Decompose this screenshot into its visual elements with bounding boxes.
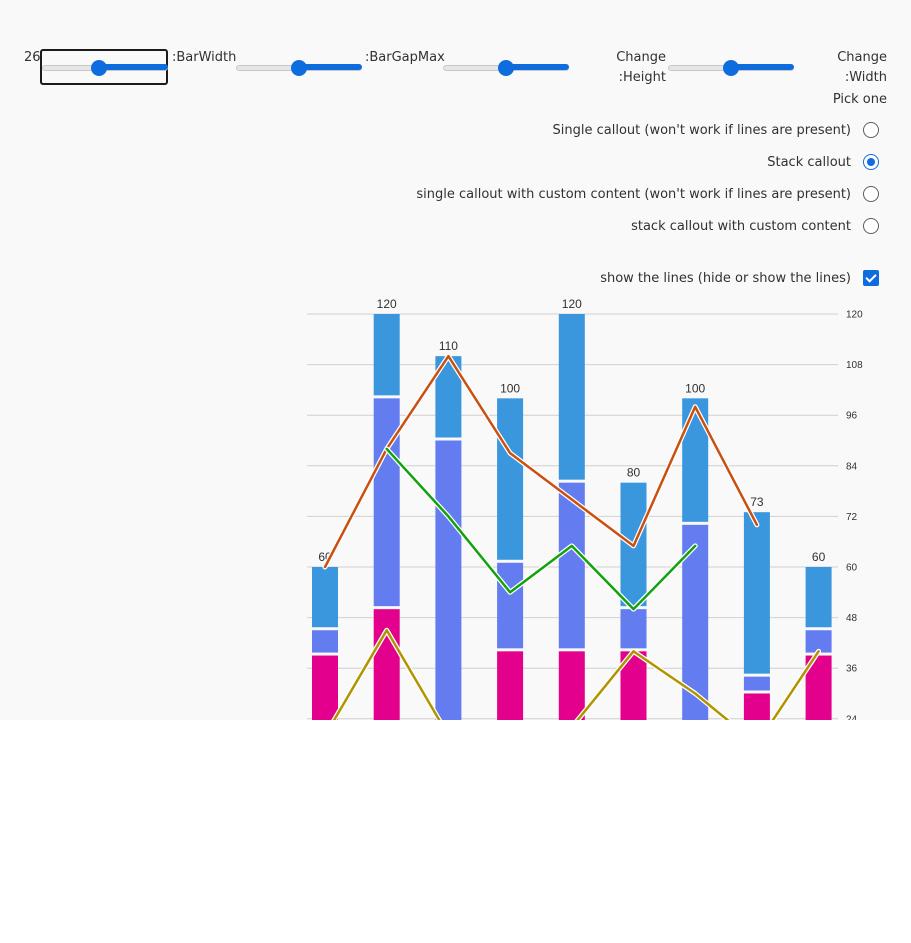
line-series bbox=[385, 447, 697, 611]
bar-total-label: 120 bbox=[377, 297, 397, 311]
y-tick-label: 60 bbox=[846, 563, 858, 574]
bar-segment bbox=[558, 314, 585, 480]
bar-total-label: 110 bbox=[439, 339, 458, 353]
bar-total-label: 60 bbox=[812, 550, 826, 564]
line-series-halo bbox=[384, 446, 698, 612]
bar-segment bbox=[805, 567, 832, 628]
bar-segment bbox=[312, 567, 338, 628]
bar-segment bbox=[497, 562, 524, 649]
bar-segment bbox=[743, 512, 770, 674]
stacked-bar-chart: 24 36 48 60 72 84 96 108 120 60 120 110 100 120 80 100 7… bbox=[307, 297, 863, 720]
y-tick-label: 36 bbox=[846, 664, 858, 675]
bar-segment bbox=[373, 609, 400, 720]
bar-segment bbox=[620, 609, 647, 649]
bar-total-label: 100 bbox=[685, 381, 705, 395]
bar-segment bbox=[312, 655, 338, 720]
y-tick-label: 96 bbox=[846, 411, 858, 422]
bar-total-label: 80 bbox=[627, 466, 641, 480]
bar-total-label: 73 bbox=[750, 495, 764, 509]
bar-segment bbox=[558, 651, 585, 720]
y-tick-label: 24 bbox=[846, 714, 858, 720]
bar-total-label: 120 bbox=[562, 297, 582, 311]
bar-segment bbox=[743, 693, 770, 720]
y-tick-label: 120 bbox=[846, 310, 863, 321]
bar-segment bbox=[312, 630, 338, 653]
bar-segment bbox=[373, 398, 400, 607]
y-tick-label: 72 bbox=[846, 512, 858, 523]
bar-segment bbox=[743, 676, 770, 691]
bar-segment bbox=[497, 398, 524, 560]
y-tick-label: 108 bbox=[846, 360, 863, 371]
bar-segment bbox=[682, 398, 709, 522]
bar-segment bbox=[497, 651, 524, 720]
bar-total-label: 100 bbox=[500, 381, 520, 395]
app-viewport: 26 :BarWidth :BarGapMax Change :Height C… bbox=[0, 0, 911, 720]
y-tick-label: 48 bbox=[846, 613, 858, 624]
bar-segment bbox=[373, 314, 400, 396]
bar-segment bbox=[435, 440, 462, 720]
y-tick-label: 84 bbox=[846, 461, 858, 472]
